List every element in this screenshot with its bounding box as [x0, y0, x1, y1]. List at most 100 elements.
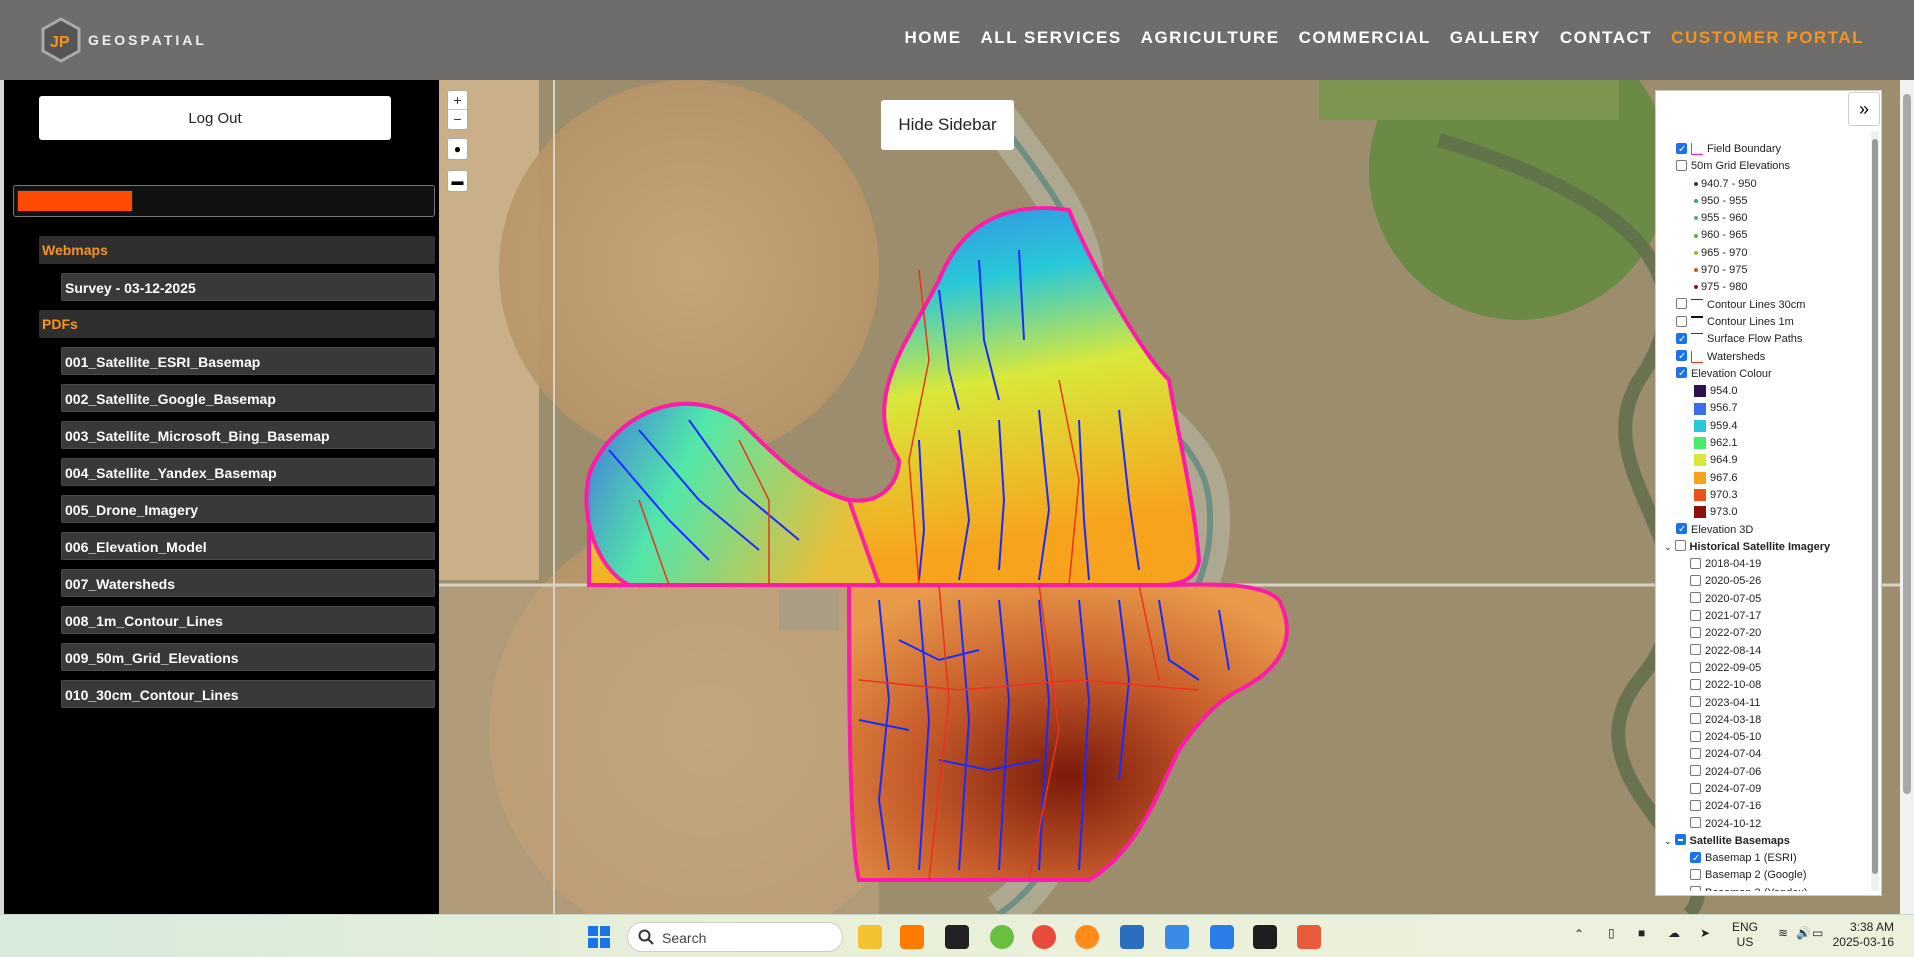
grid-range-item[interactable]: 970 - 975 — [1656, 262, 1866, 279]
layer-checkbox[interactable] — [1690, 765, 1701, 777]
nav-customer-portal[interactable]: CUSTOMER PORTAL — [1671, 28, 1864, 48]
layer-grid-elevations[interactable]: 50m Grid Elevations — [1656, 158, 1866, 175]
zoom-out-button[interactable]: − — [448, 110, 467, 129]
nav-home[interactable]: HOME — [905, 28, 962, 48]
maps-app-icon[interactable] — [1165, 925, 1189, 949]
historical-date-item[interactable]: 2024-07-09 — [1656, 781, 1866, 798]
nav-gallery[interactable]: GALLERY — [1450, 28, 1541, 48]
hide-sidebar-button[interactable]: Hide Sidebar — [881, 100, 1014, 150]
wifi-icon[interactable]: ≋ — [1778, 926, 1788, 940]
layer-group-basemaps[interactable]: ⌄ Satellite Basemaps — [1656, 833, 1866, 850]
pdf-item[interactable]: 009_50m_Grid_Elevations — [61, 643, 435, 671]
layer-group-historical[interactable]: ⌄ Historical Satellite Imagery — [1656, 539, 1866, 556]
historical-date-item[interactable]: 2024-07-06 — [1656, 764, 1866, 781]
historical-date-item[interactable]: 2022-09-05 — [1656, 660, 1866, 677]
layer-checkbox[interactable] — [1690, 678, 1701, 690]
language-indicator[interactable]: ENG US — [1732, 920, 1758, 950]
page-scrollbar[interactable] — [1900, 80, 1914, 914]
grid-range-item[interactable]: 965 - 970 — [1656, 245, 1866, 262]
historical-date-item[interactable]: 2022-08-14 — [1656, 643, 1866, 660]
clock[interactable]: 3:38 AM 2025-03-16 — [1832, 920, 1894, 950]
grid-range-item[interactable]: 940.7 - 950 — [1656, 176, 1866, 193]
layer-surface-flow[interactable]: Surface Flow Paths — [1656, 331, 1866, 348]
grid-range-item[interactable]: 955 - 960 — [1656, 210, 1866, 227]
layer-contour-30cm[interactable]: Contour Lines 30cm — [1656, 297, 1866, 314]
nav-commercial[interactable]: COMMERCIAL — [1299, 28, 1431, 48]
pdf-item[interactable]: 002_Satellite_Google_Basemap — [61, 384, 435, 412]
windows-start-icon[interactable] — [587, 925, 611, 949]
jp-logo-icon[interactable]: JP — [40, 17, 82, 63]
historical-date-item[interactable]: 2024-07-04 — [1656, 746, 1866, 763]
chrome-icon[interactable] — [1032, 925, 1056, 949]
layer-checkbox[interactable] — [1676, 348, 1687, 365]
layer-checkbox[interactable] — [1690, 782, 1701, 794]
layer-field-boundary[interactable]: Field Boundary — [1656, 141, 1866, 158]
historical-date-item[interactable]: 2024-05-10 — [1656, 729, 1866, 746]
file-explorer-icon[interactable] — [858, 925, 882, 949]
layer-checkbox[interactable] — [1690, 817, 1701, 829]
nav-contact[interactable]: CONTACT — [1560, 28, 1652, 48]
historical-date-item[interactable]: 2023-04-11 — [1656, 695, 1866, 712]
layer-checkbox[interactable] — [1690, 644, 1701, 656]
location-pin-icon[interactable]: ● — [447, 138, 468, 160]
elevation-stop-item[interactable]: 964.9 — [1656, 452, 1866, 469]
historical-date-item[interactable]: 2022-07-20 — [1656, 625, 1866, 642]
nav-agriculture[interactable]: AGRICULTURE — [1141, 28, 1280, 48]
location-icon[interactable]: ➤ — [1700, 926, 1710, 940]
zoom-in-button[interactable]: + — [448, 91, 467, 110]
grid-range-item[interactable]: 950 - 955 — [1656, 193, 1866, 210]
layer-checkbox[interactable] — [1690, 592, 1701, 604]
layer-checkbox[interactable] — [1690, 661, 1701, 673]
pdf-item[interactable]: 007_Watersheds — [61, 569, 435, 597]
elevation-stop-item[interactable]: 956.7 — [1656, 400, 1866, 417]
basemap-item[interactable]: Basemap 1 (ESRI) — [1656, 850, 1866, 867]
pdf-item[interactable]: 006_Elevation_Model — [61, 532, 435, 560]
historical-date-item[interactable]: 2022-10-08 — [1656, 677, 1866, 694]
logout-button[interactable]: Log Out — [39, 96, 391, 140]
elevation-stop-item[interactable]: 970.3 — [1656, 487, 1866, 504]
historical-date-item[interactable]: 2024-10-12 — [1656, 816, 1866, 833]
layer-checkbox[interactable] — [1676, 141, 1687, 158]
taskbar-search[interactable]: Search — [627, 922, 843, 952]
pdf-item[interactable]: 008_1m_Contour_Lines — [61, 606, 435, 634]
measure-ruler-icon[interactable]: ▬ — [447, 170, 468, 192]
console-icon[interactable] — [1253, 925, 1277, 949]
elevation-stop-item[interactable]: 967.6 — [1656, 470, 1866, 487]
layer-checkbox[interactable] — [1690, 575, 1701, 587]
page-scroll-thumb[interactable] — [1903, 94, 1911, 794]
chevron-up-icon[interactable]: ⌃ — [1574, 927, 1584, 941]
layer-checkbox[interactable] — [1690, 626, 1701, 638]
layers-scrollbar[interactable] — [1871, 131, 1879, 891]
webmap-item[interactable]: Survey - 03-12-2025 — [61, 273, 435, 301]
sublime-text-icon[interactable] — [900, 925, 924, 949]
layer-checkbox[interactable] — [1676, 365, 1687, 382]
app-tray-icon[interactable]: ■ — [1638, 926, 1645, 940]
layer-checkbox[interactable] — [1676, 331, 1687, 348]
map-view[interactable]: + − ● ▬ Hide Sidebar » Field Boundary 50m… — [439, 80, 1914, 914]
layer-checkbox[interactable] — [1690, 730, 1701, 742]
historical-date-item[interactable]: 2021-07-17 — [1656, 608, 1866, 625]
elevation-stop-item[interactable]: 954.0 — [1656, 383, 1866, 400]
grid-range-item[interactable]: 960 - 965 — [1656, 227, 1866, 244]
pdf-item[interactable]: 010_30cm_Contour_Lines — [61, 680, 435, 708]
layer-checkbox[interactable] — [1690, 696, 1701, 708]
qgis-icon[interactable] — [990, 925, 1014, 949]
notepad-icon[interactable] — [1210, 925, 1234, 949]
layer-watersheds[interactable]: Watersheds — [1656, 348, 1866, 366]
pdf-item[interactable]: 001_Satellite_ESRI_Basemap — [61, 347, 435, 375]
historical-date-item[interactable]: 2018-04-19 — [1656, 556, 1866, 573]
pdf-item[interactable]: 003_Satellite_Microsoft_Bing_Basemap — [61, 421, 435, 449]
layer-contour-1m[interactable]: Contour Lines 1m — [1656, 314, 1866, 331]
layer-checkbox[interactable] — [1690, 609, 1701, 621]
snipping-tool-icon[interactable] — [1297, 925, 1321, 949]
elevation-stop-item[interactable]: 973.0 — [1656, 504, 1866, 521]
layer-checkbox[interactable] — [1690, 557, 1701, 569]
layer-checkbox[interactable] — [1690, 886, 1701, 891]
firefox-icon[interactable] — [1075, 925, 1099, 949]
photos-icon[interactable] — [1120, 925, 1144, 949]
usb-icon[interactable]: ▯ — [1608, 926, 1615, 940]
layer-checkbox[interactable] — [1676, 315, 1687, 327]
layer-checkbox[interactable] — [1690, 799, 1701, 811]
layer-checkbox[interactable] — [1690, 747, 1701, 759]
basemap-item[interactable]: Basemap 2 (Google) — [1656, 867, 1866, 884]
